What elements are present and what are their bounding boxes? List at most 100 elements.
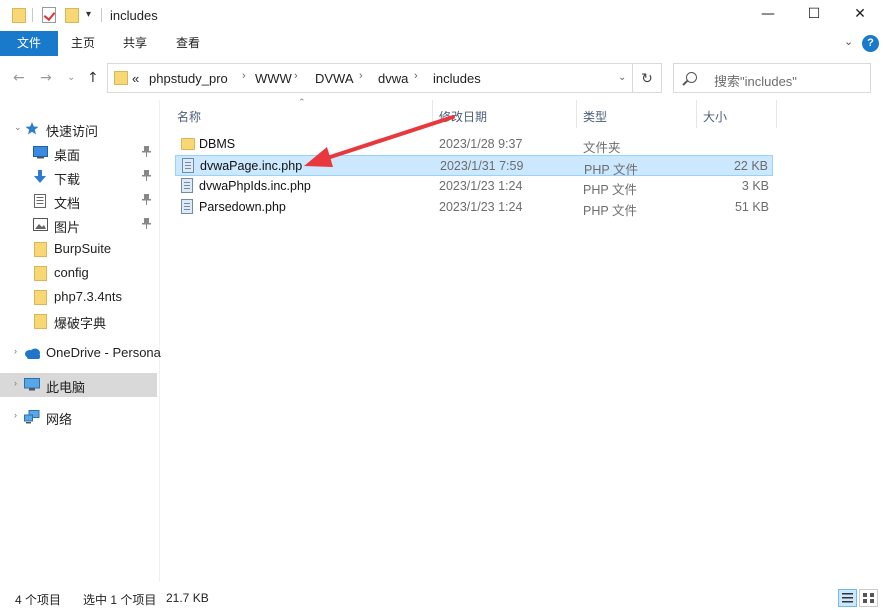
refresh-button[interactable]: ↻ xyxy=(632,63,662,93)
sidebar-item-label: 图片 xyxy=(54,220,81,235)
chevron-right-icon[interactable]: › xyxy=(14,378,17,388)
toolbar-divider xyxy=(32,8,33,22)
search-input[interactable]: 搜索"includes" xyxy=(714,71,797,90)
tab-file[interactable]: 文件 xyxy=(0,31,58,56)
breadcrumb-item[interactable]: dvwa xyxy=(378,71,408,86)
tab-share[interactable]: 共享 xyxy=(109,31,161,56)
file-date: 2023/1/23 1:24 xyxy=(439,179,523,193)
column-header-date[interactable]: 修改日期 xyxy=(439,108,487,136)
breadcrumb-item[interactable]: DVWA xyxy=(315,71,354,86)
column-header-size[interactable]: 大小 xyxy=(703,108,727,136)
breadcrumb-item[interactable]: phpstudy_pro xyxy=(149,71,228,86)
quick-access-dropdown-icon[interactable]: ▾ xyxy=(86,9,91,20)
sidebar-item-php[interactable]: php7.3.4nts xyxy=(0,285,157,309)
sort-up-icon: ⌃ xyxy=(298,97,306,107)
file-date: 2023/1/31 7:59 xyxy=(440,159,524,173)
new-folder-icon[interactable] xyxy=(65,7,79,23)
sidebar-item-quick-access[interactable]: ⌄ 快速访问 xyxy=(0,117,157,141)
file-type: 文件夹 xyxy=(583,141,621,155)
file-size: 51 KB xyxy=(734,200,769,214)
chevron-right-icon[interactable]: › xyxy=(14,410,17,420)
sidebar-item-config[interactable]: config xyxy=(0,261,157,285)
column-header-name[interactable]: 名称 xyxy=(177,108,201,136)
window-title: includes xyxy=(110,8,158,23)
sidebar-item-this-pc[interactable]: › 此电脑 xyxy=(0,373,157,397)
php-file-icon xyxy=(181,199,193,214)
breadcrumb-separator-icon[interactable]: › xyxy=(359,70,363,82)
recent-locations-button[interactable]: ⌄ xyxy=(67,72,75,83)
status-selection: 选中 1 个项目 xyxy=(83,593,157,607)
breadcrumb-separator-icon[interactable]: › xyxy=(294,70,298,82)
file-size: 3 KB xyxy=(741,179,769,193)
desktop-icon xyxy=(33,146,48,159)
file-row[interactable]: dvwaPhpIds.inc.php 2023/1/23 1:24 PHP 文件… xyxy=(175,176,773,197)
search-box[interactable]: 搜索"includes" xyxy=(673,63,871,93)
ribbon-expand-icon[interactable]: ⌄ xyxy=(844,35,853,48)
breadcrumb-overflow[interactable]: « xyxy=(132,71,139,86)
up-button[interactable]: ↑ xyxy=(87,70,99,86)
tab-view[interactable]: 查看 xyxy=(162,31,214,56)
minimize-button[interactable]: — xyxy=(745,0,791,31)
php-file-icon xyxy=(181,178,193,193)
folder-icon xyxy=(34,266,48,281)
column-divider[interactable] xyxy=(576,100,577,128)
close-button[interactable]: ✕ xyxy=(837,0,883,31)
toolbar-divider xyxy=(101,8,102,22)
chevron-right-icon[interactable]: › xyxy=(14,346,17,356)
computer-icon xyxy=(24,378,40,391)
sidebar-item-documents[interactable]: 文档 xyxy=(0,189,157,213)
folder-icon xyxy=(12,7,26,23)
file-name: Parsedown.php xyxy=(199,200,286,214)
status-selection-size: 21.7 KB xyxy=(166,591,209,605)
sidebar-item-desktop[interactable]: 桌面 xyxy=(0,141,157,165)
properties-icon[interactable] xyxy=(42,7,56,23)
tab-home[interactable]: 主页 xyxy=(57,31,109,56)
file-type: PHP 文件 xyxy=(583,183,637,197)
sidebar-item-pictures[interactable]: 图片 xyxy=(0,213,157,237)
breadcrumb-separator-icon[interactable]: › xyxy=(414,70,418,82)
large-icons-view-icon[interactable] xyxy=(859,589,878,607)
column-divider[interactable] xyxy=(776,100,777,128)
pin-icon[interactable] xyxy=(142,218,151,232)
sidebar-item-label: 快速访问 xyxy=(46,124,99,139)
document-icon xyxy=(34,194,48,208)
column-header-type[interactable]: 类型 xyxy=(583,108,607,136)
sidebar-item-label: 爆破字典 xyxy=(54,316,107,331)
sidebar-item-dictionary[interactable]: 爆破字典 xyxy=(0,309,157,333)
chevron-down-icon[interactable]: ⌄ xyxy=(14,122,22,133)
sidebar-item-burpsuite[interactable]: BurpSuite xyxy=(0,237,157,261)
pin-icon[interactable] xyxy=(142,170,151,184)
download-icon xyxy=(33,170,47,183)
column-divider[interactable] xyxy=(696,100,697,128)
file-name: dvwaPage.inc.php xyxy=(200,159,303,173)
maximize-button[interactable]: ☐ xyxy=(791,0,837,31)
sidebar-item-label: 此电脑 xyxy=(46,380,86,395)
column-divider[interactable] xyxy=(432,100,433,128)
address-dropdown-icon[interactable]: ⌄ xyxy=(618,72,626,83)
pin-icon[interactable] xyxy=(142,194,151,208)
file-type: PHP 文件 xyxy=(583,204,637,218)
details-view-icon[interactable] xyxy=(838,589,857,607)
forward-button[interactable]: → xyxy=(40,70,52,86)
back-button[interactable]: ← xyxy=(13,70,25,86)
navigation-pane: ⌄ 快速访问 桌面 下载 文档 图片 BurpSuite config php7… xyxy=(0,100,161,582)
sidebar-item-label: BurpSuite xyxy=(54,241,112,256)
folder-icon xyxy=(34,314,48,329)
sidebar-item-onedrive[interactable]: › OneDrive - Persona xyxy=(0,341,161,365)
help-icon[interactable]: ? xyxy=(862,35,879,52)
ribbon-tabs: 文件 主页 共享 查看 ⌄ ? xyxy=(0,31,883,56)
sidebar-item-downloads[interactable]: 下载 xyxy=(0,165,157,189)
breadcrumb-item[interactable]: WWW xyxy=(255,71,292,86)
file-row[interactable]: DBMS 2023/1/28 9:37 文件夹 xyxy=(175,134,773,155)
breadcrumb-separator-icon[interactable]: › xyxy=(242,70,246,82)
file-row-selected[interactable]: dvwaPage.inc.php 2023/1/31 7:59 PHP 文件 2… xyxy=(175,155,773,177)
sidebar-item-label: 下载 xyxy=(54,172,81,187)
sidebar-item-network[interactable]: › 网络 xyxy=(0,405,157,429)
file-row[interactable]: Parsedown.php 2023/1/23 1:24 PHP 文件 51 K… xyxy=(175,197,773,218)
cloud-icon xyxy=(24,348,40,361)
pin-icon[interactable] xyxy=(142,146,151,160)
address-bar[interactable]: « phpstudy_pro › WWW › DVWA › dvwa › inc… xyxy=(107,63,662,93)
breadcrumb-item[interactable]: includes xyxy=(433,71,481,86)
sidebar-item-label: 桌面 xyxy=(54,148,81,163)
picture-icon xyxy=(33,218,48,231)
